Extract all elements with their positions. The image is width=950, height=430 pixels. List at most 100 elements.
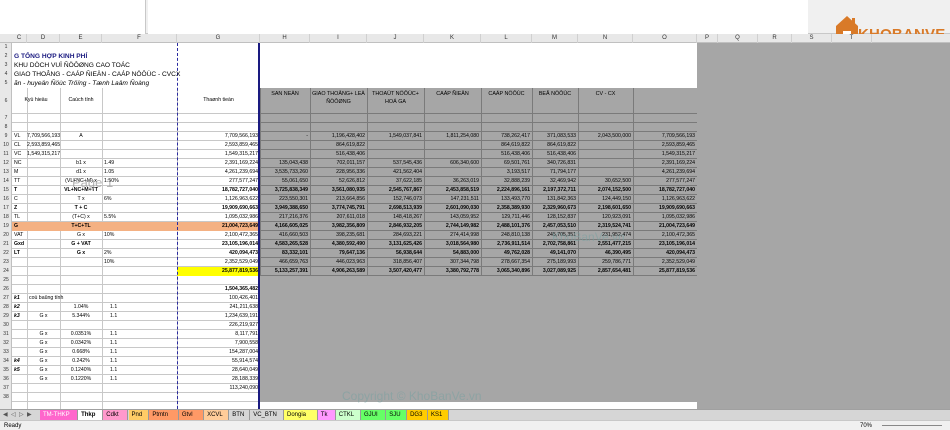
- sheet-tab-ks1[interactable]: KS1: [428, 410, 449, 420]
- row-header-7[interactable]: 7: [0, 114, 12, 123]
- row-header-27[interactable]: 27: [0, 294, 12, 303]
- row-header-21[interactable]: 21: [0, 240, 12, 249]
- row-header-15[interactable]: 15: [0, 186, 12, 195]
- row-cell-i: 3,982,356,809: [331, 223, 365, 229]
- row-header-37[interactable]: 37: [0, 384, 12, 393]
- row-header-30[interactable]: 30: [0, 321, 12, 330]
- row-formula: G + VAT: [71, 241, 91, 247]
- sheet-tab-dongia[interactable]: Dongia: [284, 410, 318, 420]
- row-header-23[interactable]: 23: [0, 258, 12, 267]
- sheet-tab-vcbtn[interactable]: VC_BTN: [250, 410, 284, 420]
- row-header-18[interactable]: 18: [0, 213, 12, 222]
- row-header-14[interactable]: 14: [0, 177, 12, 186]
- column-header-o[interactable]: O: [633, 34, 697, 43]
- row-header-6[interactable]: 6: [0, 88, 12, 114]
- sheet-tab-cdkt[interactable]: Cdkt: [103, 410, 129, 420]
- sheet-title-2: KHU DÒCH VUÏ ÑÖÔØNG CAO TOÁC: [14, 62, 130, 69]
- row-header-22[interactable]: 22: [0, 249, 12, 258]
- row-header-10[interactable]: 10: [0, 141, 12, 150]
- row-total: 23,105,196,014: [221, 241, 258, 247]
- name-box[interactable]: [0, 0, 146, 34]
- sheet-tab-tmthkp[interactable]: TM-THKP: [40, 410, 79, 420]
- row-header-24[interactable]: 24: [0, 267, 12, 276]
- grid-hline: [12, 122, 260, 123]
- status-ready: Ready: [4, 423, 22, 429]
- lower-g: 28,188,339: [232, 376, 258, 382]
- column-header-t[interactable]: T: [832, 34, 872, 43]
- column-header-bar: CDEFGHIJKLMNOPQRST: [0, 34, 950, 43]
- column-header-p[interactable]: P: [697, 34, 718, 43]
- last-sheet-icon[interactable]: ▶: [27, 411, 32, 418]
- sheet-tab-dg3[interactable]: DG3: [407, 410, 428, 420]
- row-header-19[interactable]: 19: [0, 222, 12, 231]
- first-sheet-icon[interactable]: ◀: [3, 411, 8, 418]
- column-header-l[interactable]: L: [481, 34, 532, 43]
- row-total: 7,709,566,193: [224, 133, 258, 139]
- column-header-f[interactable]: F: [102, 34, 177, 43]
- row-cell-h: 55,061,650: [282, 178, 308, 184]
- row-header-8[interactable]: 8: [0, 123, 12, 132]
- zoom-slider[interactable]: [882, 425, 942, 426]
- formula-input[interactable]: [148, 0, 808, 34]
- formula-bar: [0, 0, 950, 34]
- row-header-31[interactable]: 31: [0, 330, 12, 339]
- row-header-26[interactable]: 26: [0, 285, 12, 294]
- row-header-20[interactable]: 20: [0, 231, 12, 240]
- sheet-tab-ptmtn[interactable]: Ptmtn: [149, 410, 179, 420]
- row-header-34[interactable]: 34: [0, 357, 12, 366]
- row-header-4[interactable]: 4: [0, 70, 12, 79]
- row-header-1[interactable]: 1: [0, 43, 12, 52]
- row-header-36[interactable]: 36: [0, 375, 12, 384]
- column-header-i[interactable]: I: [310, 34, 367, 43]
- row-header-33[interactable]: 33: [0, 348, 12, 357]
- row-header-13[interactable]: 13: [0, 168, 12, 177]
- row-header-12[interactable]: 12: [0, 159, 12, 168]
- row-header-25[interactable]: 25: [0, 276, 12, 285]
- column-header-s[interactable]: S: [792, 34, 832, 43]
- column-header-g[interactable]: G: [177, 34, 260, 43]
- row-cell-k: 3,380,792,778: [445, 268, 479, 274]
- row-cell-l: 133,493,770: [501, 196, 530, 202]
- row-header-5[interactable]: 5: [0, 79, 12, 88]
- lower-g: 55,914,574: [232, 358, 258, 364]
- column-header-m[interactable]: M: [532, 34, 578, 43]
- sheet-tab-tk[interactable]: Tk: [317, 410, 336, 420]
- row-value-d: 1,549,315,217: [27, 151, 61, 157]
- next-sheet-icon[interactable]: ▷: [19, 411, 24, 418]
- row-header-28[interactable]: 28: [0, 303, 12, 312]
- row-header-11[interactable]: 11: [0, 150, 12, 159]
- column-header-r[interactable]: R: [758, 34, 792, 43]
- worksheet-grid[interactable]: G TỔNG HỢP KINH PHÍ KHU DÒCH VUÏ ÑÖÔØNG C…: [12, 43, 950, 409]
- sheet-tab-btn[interactable]: BTN: [229, 410, 251, 420]
- row-cell-i: 446,023,963: [336, 259, 365, 265]
- sheet-tab-pnd[interactable]: Pnd: [128, 410, 150, 420]
- column-header-k[interactable]: K: [424, 34, 481, 43]
- row-cell-n: 46,390,495: [605, 250, 631, 256]
- sheet-tab-sju[interactable]: SJU: [386, 410, 408, 420]
- column-header-q[interactable]: Q: [718, 34, 758, 43]
- sheet-tab-thkp[interactable]: Thkp: [78, 410, 104, 420]
- row-header-35[interactable]: 35: [0, 366, 12, 375]
- column-header-j[interactable]: J: [367, 34, 424, 43]
- row-header-29[interactable]: 29: [0, 312, 12, 321]
- column-header-e[interactable]: E: [60, 34, 102, 43]
- row-cell-o: 1,549,315,217: [661, 151, 695, 157]
- row-header-3[interactable]: 3: [0, 61, 12, 70]
- column-header-c[interactable]: C: [12, 34, 27, 43]
- sheet-tab-gjui[interactable]: GJUI: [361, 410, 387, 420]
- sheet-tab-xcvl[interactable]: XCVL: [204, 410, 230, 420]
- sheet-tab-ctkl[interactable]: CTKL: [335, 410, 361, 420]
- row-header-16[interactable]: 16: [0, 195, 12, 204]
- row-header-32[interactable]: 32: [0, 339, 12, 348]
- column-header-n[interactable]: N: [578, 34, 633, 43]
- row-cell-k: 54,883,000: [453, 250, 479, 256]
- row-header-38[interactable]: 38: [0, 393, 12, 402]
- column-header-h[interactable]: H: [260, 34, 310, 43]
- row-header-17[interactable]: 17: [0, 204, 12, 213]
- row-header-2[interactable]: 2: [0, 52, 12, 61]
- row-cell-k: 307,344,798: [450, 259, 479, 265]
- prev-sheet-icon[interactable]: ◁: [11, 411, 16, 418]
- column-header-d[interactable]: D: [27, 34, 60, 43]
- sheet-tab-gtvl[interactable]: Gtvl: [178, 410, 205, 420]
- row-header-9[interactable]: 9: [0, 132, 12, 141]
